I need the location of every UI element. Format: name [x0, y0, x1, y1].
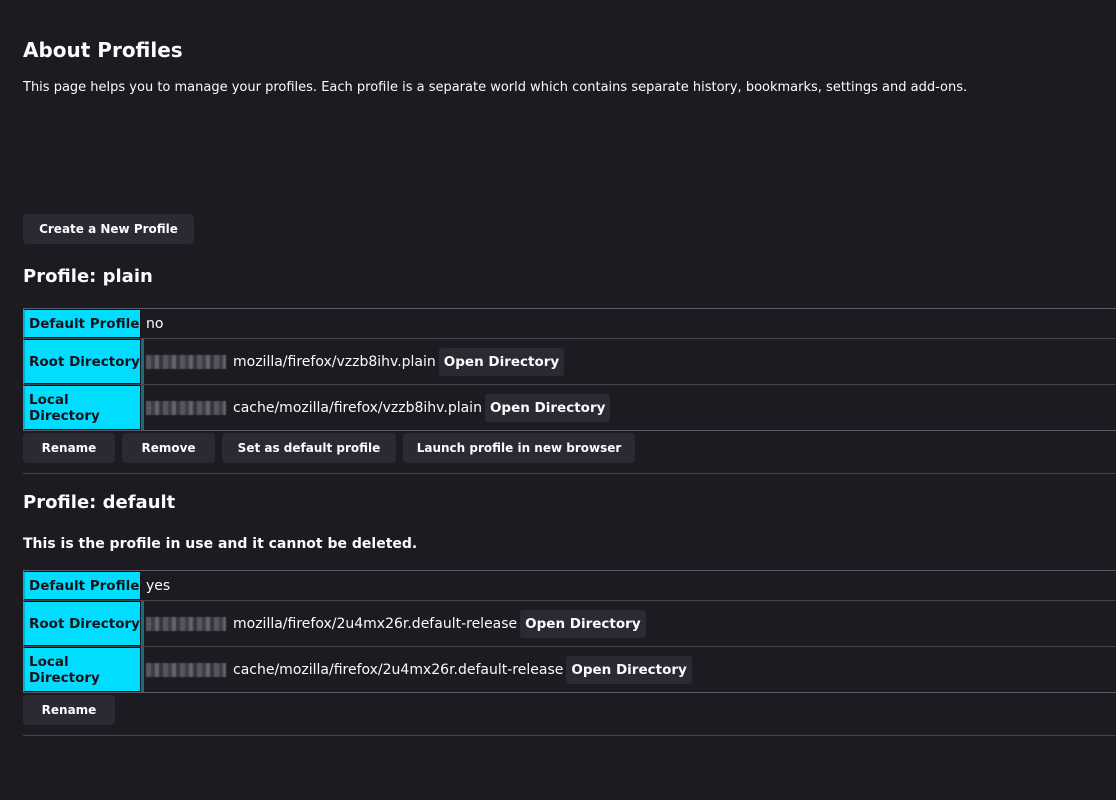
open-root-directory-button[interactable]: Open Directory: [438, 347, 565, 376]
local-directory-label: Local Directory: [23, 647, 141, 692]
profile-table-default: Default Profile yes Root Directory mozil…: [23, 570, 1116, 693]
row-local-directory: Local Directory cache/mozilla/firefox/vz…: [23, 384, 1116, 430]
about-profiles-page: About Profiles This page helps you to ma…: [0, 0, 1116, 800]
open-local-directory-button[interactable]: Open Directory: [484, 393, 611, 422]
redacted-path: [146, 354, 226, 369]
redacted-path: [146, 662, 226, 677]
profile-heading-plain: Profile: plain: [23, 266, 153, 287]
row-default-profile: Default Profile no: [23, 309, 1116, 338]
profile-heading-default: Profile: default: [23, 492, 176, 513]
open-root-directory-button[interactable]: Open Directory: [520, 609, 646, 638]
root-directory-value: mozilla/firefox/2u4mx26r.default-release…: [141, 601, 1116, 646]
page-title: About Profiles: [23, 38, 183, 62]
row-root-directory: Root Directory mozilla/firefox/vzzb8ihv.…: [23, 338, 1116, 384]
page-intro: This page helps you to manage your profi…: [23, 80, 968, 95]
redacted-path: [146, 616, 226, 631]
rename-button-plain[interactable]: Rename: [23, 433, 115, 463]
profile-table-plain: Default Profile no Root Directory mozill…: [23, 308, 1116, 431]
default-profile-value: no: [146, 315, 164, 332]
launch-profile-button[interactable]: Launch profile in new browser: [403, 433, 635, 463]
open-local-directory-button[interactable]: Open Directory: [566, 655, 692, 684]
set-default-profile-button[interactable]: Set as default profile: [222, 433, 396, 463]
root-directory-path: mozilla/firefox/2u4mx26r.default-release: [233, 615, 518, 632]
create-new-profile-button[interactable]: Create a New Profile: [23, 214, 194, 244]
root-directory-label: Root Directory: [23, 601, 141, 646]
default-profile-label: Default Profile: [23, 309, 141, 338]
local-directory-value: cache/mozilla/firefox/vzzb8ihv.plain Ope…: [141, 385, 1116, 430]
default-profile-value: yes: [146, 577, 171, 594]
rename-button-default[interactable]: Rename: [23, 695, 115, 725]
row-local-directory: Local Directory cache/mozilla/firefox/2u…: [23, 646, 1116, 692]
profile-in-use-note: This is the profile in use and it cannot…: [23, 536, 418, 552]
local-directory-value: cache/mozilla/firefox/2u4mx26r.default-r…: [141, 647, 1116, 692]
separator: [23, 473, 1116, 474]
row-default-profile: Default Profile yes: [23, 571, 1116, 600]
default-profile-label: Default Profile: [23, 571, 141, 600]
local-directory-path: cache/mozilla/firefox/2u4mx26r.default-r…: [233, 661, 564, 678]
separator: [23, 735, 1116, 736]
local-directory-label: Local Directory: [23, 385, 141, 430]
row-root-directory: Root Directory mozilla/firefox/2u4mx26r.…: [23, 600, 1116, 646]
local-directory-path: cache/mozilla/firefox/vzzb8ihv.plain: [233, 399, 482, 416]
root-directory-path: mozilla/firefox/vzzb8ihv.plain: [233, 353, 436, 370]
root-directory-label: Root Directory: [23, 339, 141, 384]
redacted-path: [146, 400, 226, 415]
root-directory-value: mozilla/firefox/vzzb8ihv.plain Open Dire…: [141, 339, 1116, 384]
remove-button-plain[interactable]: Remove: [122, 433, 215, 463]
